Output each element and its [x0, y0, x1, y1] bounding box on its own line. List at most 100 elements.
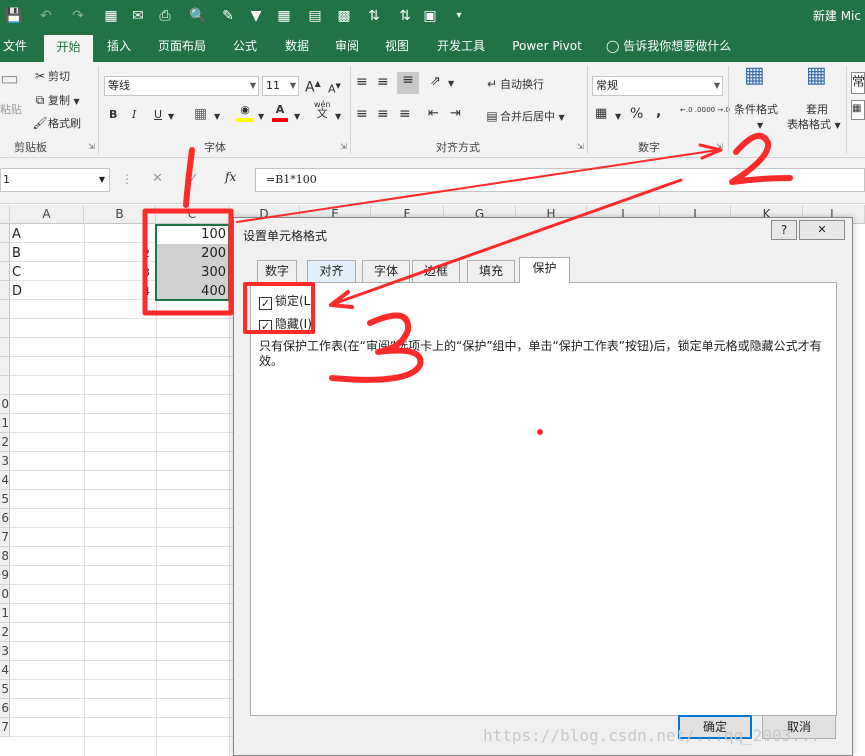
underline-button[interactable]: U: [154, 107, 162, 123]
cell-c3[interactable]: 300: [160, 263, 226, 282]
tab-fill[interactable]: 填充: [467, 260, 515, 282]
row-header[interactable]: 1: [0, 604, 10, 623]
borders-dropdown-icon[interactable]: ▼: [214, 109, 220, 125]
sort-desc-icon[interactable]: ⇅: [395, 6, 415, 26]
cell-a3[interactable]: C: [12, 263, 21, 282]
form-icon[interactable]: ▣: [420, 6, 440, 26]
align-top-icon[interactable]: ≡: [356, 74, 368, 90]
accounting-icon[interactable]: ▦: [595, 106, 607, 122]
increase-indent-icon[interactable]: ⇥: [450, 106, 461, 122]
column-header-a[interactable]: A: [10, 205, 84, 224]
wrap-text-button[interactable]: ↵ 自动换行: [484, 76, 544, 93]
row-header[interactable]: 0: [0, 395, 10, 414]
email-icon[interactable]: ✉: [128, 6, 148, 26]
font-color-dropdown-icon[interactable]: ▼: [294, 109, 300, 125]
phonetic-button[interactable]: wén 文: [314, 100, 331, 119]
formula-input[interactable]: =B1*100: [255, 168, 865, 192]
select-all-corner[interactable]: [0, 205, 10, 224]
row-header[interactable]: 3: [0, 642, 10, 661]
row-header[interactable]: 1: [0, 414, 10, 433]
orientation-dropdown-icon[interactable]: ▼: [448, 76, 454, 92]
merge-center-button[interactable]: ▤ 合并后居中 ▼: [484, 108, 564, 126]
cancel-icon[interactable]: ✕: [152, 171, 163, 186]
column-header-c[interactable]: C: [156, 205, 229, 224]
cell-style-button[interactable]: 常: [851, 72, 865, 94]
percent-button[interactable]: %: [630, 106, 643, 122]
row-header[interactable]: 9: [0, 566, 10, 585]
decrease-indent-icon[interactable]: ⇤: [428, 106, 439, 122]
tab-border[interactable]: 边框: [412, 260, 460, 282]
bold-button[interactable]: B: [109, 107, 117, 123]
open-icon[interactable]: ✎: [218, 6, 238, 26]
decrease-decimal-button[interactable]: .00 →.0: [704, 106, 730, 115]
conditional-formatting-button[interactable]: 条件格式: [734, 102, 778, 118]
fill-color-button[interactable]: ◉: [236, 102, 254, 122]
tab-font[interactable]: 字体: [362, 260, 410, 282]
tab-developer[interactable]: 开发工具: [430, 33, 492, 62]
tab-alignment[interactable]: 对齐: [307, 260, 356, 282]
align-left-icon[interactable]: ≡: [356, 106, 368, 122]
row-header[interactable]: 4: [0, 661, 10, 680]
align-bottom-icon[interactable]: ≡: [397, 72, 419, 94]
row-header[interactable]: 5: [0, 490, 10, 509]
row-header[interactable]: [0, 262, 10, 281]
comma-button[interactable]: ,: [656, 104, 661, 120]
fill-dropdown-icon[interactable]: ▼: [258, 109, 264, 125]
number-format-combo[interactable]: 常规 ▼: [592, 76, 723, 96]
phonetic-dropdown-icon[interactable]: ▼: [335, 109, 341, 125]
row-header[interactable]: 2: [0, 433, 10, 452]
column-header-b[interactable]: B: [84, 205, 156, 224]
row-header[interactable]: 7: [0, 528, 10, 547]
row-header[interactable]: [0, 357, 10, 376]
borders-icon[interactable]: ▦: [194, 106, 207, 122]
font-launcher-icon[interactable]: ⇲: [340, 142, 347, 151]
cell-c4[interactable]: 400: [160, 282, 226, 301]
save-as-icon[interactable]: ▦: [101, 6, 121, 26]
tab-number[interactable]: 数字: [257, 260, 297, 282]
row-header[interactable]: 5: [0, 680, 10, 699]
undo-icon[interactable]: ↶: [36, 6, 56, 26]
row-header[interactable]: 7: [0, 718, 10, 737]
cell-c1[interactable]: 100: [160, 225, 226, 244]
table-icon[interactable]: ▦: [274, 6, 294, 26]
font-size-combo[interactable]: 11 ▼: [262, 76, 299, 96]
cell-c2[interactable]: 200: [160, 244, 226, 263]
document-icon[interactable]: ▤: [305, 6, 325, 26]
chart-icon[interactable]: ▩: [334, 6, 354, 26]
customize-qat-icon[interactable]: ▾: [449, 6, 469, 26]
row-header[interactable]: [0, 338, 10, 357]
align-middle-icon[interactable]: ≡: [377, 74, 389, 90]
name-box[interactable]: 1 ▼: [0, 168, 110, 192]
align-center-icon[interactable]: ≡: [377, 106, 389, 122]
tab-view[interactable]: 视图: [378, 33, 416, 62]
row-header[interactable]: 3: [0, 452, 10, 471]
cell-a4[interactable]: D: [12, 282, 22, 301]
row-header[interactable]: [0, 300, 10, 319]
print-icon[interactable]: ⎙: [155, 6, 175, 26]
row-header[interactable]: [0, 376, 10, 395]
italic-button[interactable]: I: [132, 107, 136, 123]
locked-checkbox[interactable]: ✓ 锁定(L): [259, 294, 315, 310]
row-header[interactable]: 6: [0, 509, 10, 528]
row-header[interactable]: [0, 224, 10, 243]
alignment-launcher-icon[interactable]: ⇲: [577, 142, 584, 151]
accounting-dropdown-icon[interactable]: ▼: [615, 109, 621, 125]
tab-data[interactable]: 数据: [277, 33, 317, 62]
row-header[interactable]: [0, 243, 10, 262]
hidden-checkbox[interactable]: ✓ 隐藏(I): [259, 317, 312, 333]
paste-button[interactable]: 粘贴: [0, 102, 22, 118]
tab-formulas[interactable]: 公式: [225, 33, 265, 62]
cut-button[interactable]: ✂ 剪切: [32, 68, 70, 85]
enter-icon[interactable]: ✓: [188, 171, 199, 186]
close-button[interactable]: ✕: [799, 220, 845, 240]
row-header[interactable]: [0, 281, 10, 300]
tab-insert[interactable]: 插入: [100, 33, 138, 62]
print-preview-icon[interactable]: 🔍: [188, 6, 208, 26]
align-right-icon[interactable]: ≡: [399, 106, 411, 122]
format-as-table-label-1[interactable]: 套用: [806, 102, 828, 118]
paste-icon[interactable]: ▭: [0, 68, 19, 88]
redo-icon[interactable]: ↷: [68, 6, 88, 26]
clipboard-launcher-icon[interactable]: ⇲: [88, 142, 95, 151]
save-icon[interactable]: 💾: [4, 6, 24, 26]
sort-asc-icon[interactable]: ⇅: [364, 6, 384, 26]
